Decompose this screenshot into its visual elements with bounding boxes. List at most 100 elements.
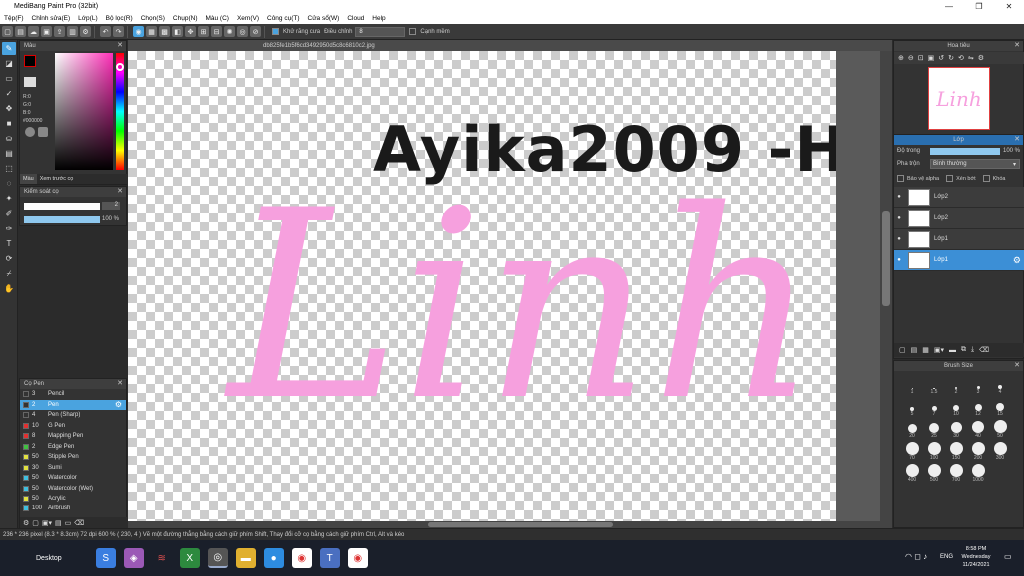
select-rect-icon[interactable]: ⬚ <box>2 162 16 175</box>
menu-tools[interactable]: Công cụ(T) <box>263 15 304 22</box>
file-explorer-icon[interactable]: ▬ <box>235 548 256 568</box>
brush-size-option[interactable]: 200 <box>968 441 988 461</box>
open-file-icon[interactable]: ▤ <box>15 26 26 37</box>
close-panel-icon[interactable]: ✕ <box>1014 361 1020 369</box>
rotate-left-icon[interactable]: ↺ <box>938 54 944 62</box>
brush-size-option[interactable]: 15 <box>990 397 1010 417</box>
snap-off-icon[interactable]: ⊘ <box>250 26 261 37</box>
select-eraser-icon[interactable]: ✑ <box>2 222 16 235</box>
flip-icon[interactable]: ⇋ <box>968 54 974 62</box>
menu-help[interactable]: Help <box>368 15 389 22</box>
visibility-icon[interactable]: ● <box>894 215 904 221</box>
menu-cloud[interactable]: Cloud <box>343 15 368 22</box>
dot-tool-icon[interactable]: ▭ <box>2 72 16 85</box>
magic-wand-icon[interactable]: ✦ <box>2 192 16 205</box>
brush-size-option[interactable]: 2 <box>946 375 966 395</box>
excel-icon[interactable]: X <box>179 548 200 568</box>
zoom-in-icon[interactable]: ⊕ <box>898 54 904 62</box>
foreground-color-swatch[interactable] <box>24 55 36 67</box>
brush-size-option[interactable]: 70 <box>902 441 922 461</box>
vertical-scrollbar[interactable] <box>880 51 892 521</box>
brush-item[interactable]: 8 Mapping Pen <box>20 431 126 442</box>
brush-size-option[interactable]: 100 <box>924 441 944 461</box>
eraser-tool-icon[interactable]: ◪ <box>2 57 16 70</box>
fit-icon[interactable]: ⊡ <box>918 54 924 62</box>
settings-icon[interactable]: ⚙ <box>978 54 984 62</box>
gear-icon[interactable]: ⚙ <box>115 400 122 409</box>
zoom-out-icon[interactable]: ⊖ <box>908 54 914 62</box>
hand-tool-icon[interactable]: ✋ <box>2 282 16 295</box>
brush-size-option[interactable]: 300 <box>990 441 1010 461</box>
visibility-icon[interactable]: ● <box>894 194 904 200</box>
brush-size-option[interactable]: 7 <box>924 397 944 417</box>
brush-item-selected[interactable]: 2 Pen ⚙ <box>20 399 126 410</box>
cloud-icon[interactable]: ☁ <box>28 26 39 37</box>
layer-opacity-slider[interactable] <box>930 148 1000 155</box>
tab-brush-preview[interactable]: Xem trước cọ <box>37 174 77 184</box>
brush-opacity-slider[interactable] <box>24 216 100 223</box>
text-tool-icon[interactable]: T <box>2 237 16 250</box>
teams-icon[interactable]: T <box>319 548 340 568</box>
close-panel-icon[interactable]: ✕ <box>117 379 123 387</box>
brush-size-option[interactable]: 20 <box>902 419 922 439</box>
visibility-icon[interactable]: ● <box>894 257 904 263</box>
brush-item[interactable]: 2 Edge Pen <box>20 442 126 453</box>
layer-row-selected[interactable]: ● Lớp1 ⚙ <box>894 250 1024 271</box>
menu-file[interactable]: Tệp(F) <box>0 15 28 22</box>
brush-item[interactable]: 100 Airbrush <box>20 504 126 511</box>
wifi-app-icon[interactable]: ≋ <box>151 548 172 568</box>
move-tool-icon[interactable]: ✥ <box>2 102 16 115</box>
gear-icon[interactable]: ⚙ <box>1013 255 1021 266</box>
layer-row[interactable]: ● Lớp1 <box>894 229 1024 250</box>
chrome-icon[interactable]: ◉ <box>291 548 312 568</box>
brush-size-option[interactable]: 10 <box>946 397 966 417</box>
gradient-tool-icon[interactable]: ▤ <box>2 147 16 160</box>
deselect-icon[interactable]: ▩ <box>159 26 170 37</box>
actual-size-icon[interactable]: ▣ <box>928 54 935 62</box>
delete-brush-icon[interactable]: ⌫ <box>74 519 84 527</box>
snap-radial-icon[interactable]: ✺ <box>224 26 235 37</box>
new-halftone-layer-icon[interactable]: ▤ <box>911 346 918 354</box>
export-icon[interactable]: ▥ <box>67 26 78 37</box>
eyedropper-tool-icon[interactable]: ⌿ <box>2 267 16 280</box>
folder-icon[interactable]: ▬ <box>949 347 956 354</box>
select-pen-icon[interactable]: ✓ <box>2 87 16 100</box>
new-file-icon[interactable]: ▢ <box>2 26 13 37</box>
blend-mode-select[interactable]: Bình thường ▾ <box>930 159 1020 169</box>
skype-icon[interactable]: S <box>95 548 116 568</box>
menu-select[interactable]: Chọn(S) <box>137 15 169 22</box>
brush-size-option[interactable]: 5 <box>902 397 922 417</box>
brush-size-option[interactable]: 700 <box>946 463 966 483</box>
menu-window[interactable]: Cửa sổ(W) <box>304 15 344 22</box>
menu-capture[interactable]: Chụp(N) <box>169 15 202 22</box>
horizontal-scrollbar[interactable] <box>128 521 892 528</box>
color-wheel-icon[interactable] <box>25 127 35 137</box>
brush-size-option[interactable]: 30 <box>946 419 966 439</box>
menu-color[interactable]: Màu (C) <box>201 15 232 22</box>
language-indicator[interactable]: ENG <box>940 554 953 560</box>
saturation-value-picker[interactable] <box>55 53 113 170</box>
protect-alpha-checkbox[interactable] <box>897 175 904 182</box>
brush-item[interactable]: 30 Sumi <box>20 463 126 474</box>
close-panel-icon[interactable]: ✕ <box>1014 135 1020 143</box>
brush-size-option[interactable]: 150 <box>946 441 966 461</box>
close-panel-icon[interactable]: ✕ <box>117 41 123 49</box>
reset-rotation-icon[interactable]: ⟲ <box>958 54 964 62</box>
brush-item[interactable]: 50 Watercolor <box>20 473 126 484</box>
snap-icon[interactable]: ⊞ <box>198 26 209 37</box>
app-icon[interactable]: ◈ <box>123 548 144 568</box>
brush-item[interactable]: 50 Acrylic <box>20 494 126 505</box>
adjust-select[interactable]: 8 <box>355 26 406 37</box>
share-icon[interactable]: ⇪ <box>54 26 65 37</box>
horizontal-scroll-thumb[interactable] <box>428 522 613 527</box>
brush-size-option[interactable]: 50 <box>990 419 1010 439</box>
maximize-button[interactable]: ❐ <box>964 0 994 12</box>
minimize-button[interactable]: — <box>934 0 964 12</box>
hue-handle[interactable] <box>116 63 124 71</box>
add-brush-menu-icon[interactable]: ▣▾ <box>42 519 52 527</box>
vertical-scroll-thumb[interactable] <box>882 211 890 306</box>
brush-size-slider[interactable] <box>24 203 100 210</box>
brush-size-option[interactable]: 4 <box>990 375 1010 395</box>
divide-tool-icon[interactable]: ⟳ <box>2 252 16 265</box>
brush-item[interactable]: 50 Stipple Pen <box>20 452 126 463</box>
